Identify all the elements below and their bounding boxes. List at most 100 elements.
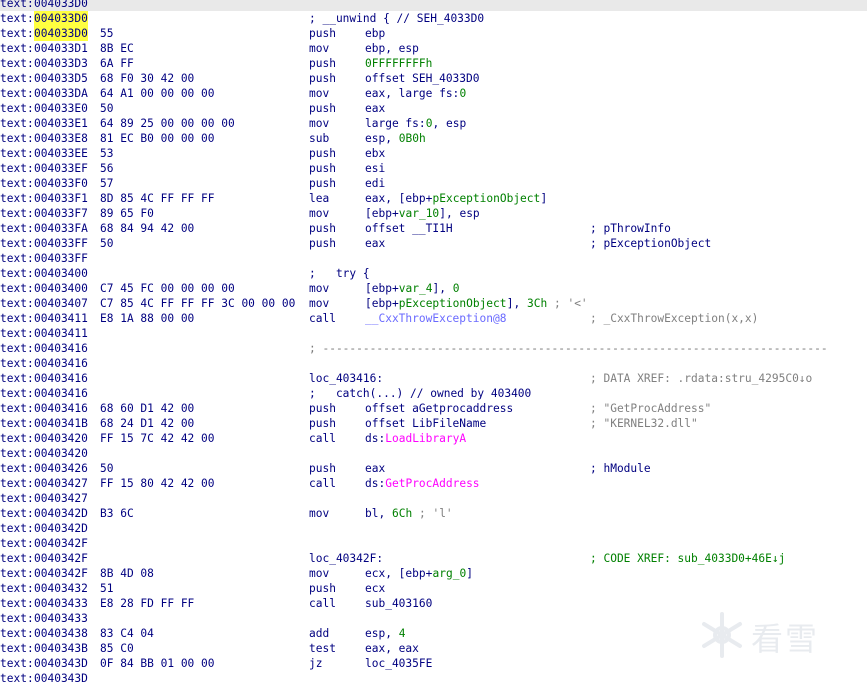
address[interactable]: 004033FF: [34, 236, 88, 251]
instruction-text: lea: [309, 192, 330, 205]
address[interactable]: 004033D0: [34, 26, 88, 41]
listing-line[interactable]: text: 00403407 C7 85 4C FF FF FF 3C 00 00 …: [0, 296, 867, 311]
address[interactable]: 00403416: [34, 401, 88, 416]
listing-line[interactable]: text: 00403400 C7 45 FC 00 00 00 00 mov [ebp…: [0, 281, 867, 296]
listing-line[interactable]: text: 00403420: [0, 446, 867, 461]
address[interactable]: 00403416: [34, 371, 88, 386]
listing-line[interactable]: text: 004033DA 64 A1 00 00 00 00 mov eax, la…: [0, 86, 867, 101]
address[interactable]: 00403400: [34, 266, 88, 281]
address[interactable]: 004033EE: [34, 146, 88, 161]
listing-line[interactable]: text: 00403400 ; try {: [0, 266, 867, 281]
address[interactable]: 004033F0: [34, 176, 88, 191]
listing-line[interactable]: text: 0040342F loc_40342F: ; CODE XREF: sub…: [0, 551, 867, 566]
address[interactable]: 004033E0: [34, 101, 88, 116]
address[interactable]: 004033FF: [34, 251, 88, 266]
listing-line[interactable]: text: 004033FF: [0, 251, 867, 266]
listing-line[interactable]: text: 0040342F: [0, 536, 867, 551]
address[interactable]: 00403433: [34, 611, 88, 626]
address[interactable]: 0040342F: [34, 536, 88, 551]
listing-line[interactable]: text: 004033FA 68 84 94 42 00 push offset __…: [0, 221, 867, 236]
address[interactable]: 0040342D: [34, 521, 88, 536]
operand-token: eax: [365, 237, 386, 250]
address[interactable]: 004033F7: [34, 206, 88, 221]
address[interactable]: 00403416: [34, 341, 88, 356]
address[interactable]: 00403427: [34, 491, 88, 506]
listing-line[interactable]: text: 0040343D: [0, 671, 867, 686]
operand-token[interactable]: __CxxThrowException@8: [365, 311, 506, 326]
address[interactable]: 004033D3: [34, 56, 88, 71]
listing-line[interactable]: text: 0040341B 68 24 D1 42 00 push offset Li…: [0, 416, 867, 431]
address[interactable]: 004033D0: [34, 0, 88, 11]
segment-name: text:: [0, 492, 34, 505]
address[interactable]: 004033FA: [34, 221, 88, 236]
listing-line[interactable]: text: 004033E0 50 push eax: [0, 101, 867, 116]
address[interactable]: 00403411: [34, 326, 88, 341]
segment-name: text:: [0, 57, 34, 70]
operand-token[interactable]: LoadLibraryA: [385, 431, 466, 446]
listing-line[interactable]: text: 004033D3 6A FF push 0FFFFFFFFh: [0, 56, 867, 71]
listing-line[interactable]: text: 004033D0: [0, 0, 867, 11]
address[interactable]: 0040342F: [34, 566, 88, 581]
address[interactable]: 004033E1: [34, 116, 88, 131]
address[interactable]: 004033DA: [34, 86, 88, 101]
listing-line[interactable]: text: 004033F7 89 65 F0 mov [ebp+ var_10], es…: [0, 206, 867, 221]
listing-line[interactable]: text: 004033F1 8D 85 4C FF FF FF lea eax, [e…: [0, 191, 867, 206]
address[interactable]: 00403416: [34, 386, 88, 401]
address[interactable]: 004033EF: [34, 161, 88, 176]
address[interactable]: 0040342F: [34, 551, 88, 566]
listing-line[interactable]: text: 004033D0 55 push ebp: [0, 26, 867, 41]
address[interactable]: 004033D5: [34, 71, 88, 86]
listing-line[interactable]: text: 00403427 FF 15 80 42 42 00 call ds: Get…: [0, 476, 867, 491]
address[interactable]: 004033F1: [34, 191, 88, 206]
listing-line[interactable]: text: 004033D0 ; __unwind { // SEH_4033D0: [0, 11, 867, 26]
listing-line[interactable]: text: 00403432 51 push ecx: [0, 581, 867, 596]
address[interactable]: 0040342D: [34, 506, 88, 521]
listing-line[interactable]: text: 004033FF 50 push eax ; pExceptionObject: [0, 236, 867, 251]
listing-line[interactable]: text: 00403433 E8 28 FD FF FF call sub_40316…: [0, 596, 867, 611]
address[interactable]: 00403438: [34, 626, 88, 641]
address[interactable]: 00403427: [34, 476, 88, 491]
address[interactable]: 0040343D: [34, 671, 88, 686]
address[interactable]: 00403433: [34, 596, 88, 611]
listing-line[interactable]: text: 004033E8 81 EC B0 00 00 00 sub esp, 0B…: [0, 131, 867, 146]
listing-line[interactable]: text: 00403411 E8 1A 88 00 00 call __CxxThro…: [0, 311, 867, 326]
disassembly-listing[interactable]: text: 004033D0 text: 004033D0; __unwind { /…: [0, 0, 867, 685]
address[interactable]: 00403416: [34, 356, 88, 371]
listing-line[interactable]: text: 0040342D B3 6C mov bl, 6Ch ; 'l': [0, 506, 867, 521]
address[interactable]: 00403420: [34, 431, 88, 446]
address[interactable]: 00403432: [34, 581, 88, 596]
listing-line[interactable]: text: 00403427: [0, 491, 867, 506]
operand-token[interactable]: GetProcAddress: [385, 476, 479, 491]
listing-line[interactable]: text: 00403420 FF 15 7C 42 42 00 call ds: Loa…: [0, 431, 867, 446]
address[interactable]: 004033D0: [34, 11, 88, 26]
segment-name: text:: [0, 642, 34, 655]
listing-line[interactable]: text: 0040342D: [0, 521, 867, 536]
address[interactable]: 00403420: [34, 446, 88, 461]
listing-line[interactable]: text: 00403416 ; -------------------------…: [0, 341, 867, 356]
listing-line[interactable]: text: 004033D5 68 F0 30 42 00 push offset SE…: [0, 71, 867, 86]
listing-line[interactable]: text: 004033D1 8B EC mov ebp, esp: [0, 41, 867, 56]
listing-line[interactable]: text: 004033E1 64 89 25 00 00 00 00 mov larg…: [0, 116, 867, 131]
address[interactable]: 00403426: [34, 461, 88, 476]
address[interactable]: 0040343D: [34, 656, 88, 671]
listing-line[interactable]: text: 00403411: [0, 326, 867, 341]
listing-line[interactable]: text: 00403426 50 push eax ; hModule: [0, 461, 867, 476]
listing-line[interactable]: text: 00403416 loc_403416: ; DATA XREF: .rd…: [0, 371, 867, 386]
listing-line[interactable]: text: 00403416 ; catch(...) // owned by 40…: [0, 386, 867, 401]
address[interactable]: 004033D1: [34, 41, 88, 56]
segment-name: text:: [0, 87, 34, 100]
operand-token: esp,: [365, 132, 399, 145]
address[interactable]: 00403411: [34, 311, 88, 326]
opcode-bytes: E8 28 FD FF FF: [100, 597, 195, 610]
listing-line[interactable]: text: 004033F0 57 push edi: [0, 176, 867, 191]
address[interactable]: 0040341B: [34, 416, 88, 431]
listing-line[interactable]: text: 004033EE 53 push ebx: [0, 146, 867, 161]
address[interactable]: 004033E8: [34, 131, 88, 146]
listing-line[interactable]: text: 00403416: [0, 356, 867, 371]
address[interactable]: 00403407: [34, 296, 88, 311]
listing-line[interactable]: text: 004033EF 56 push esi: [0, 161, 867, 176]
address[interactable]: 0040343B: [34, 641, 88, 656]
listing-line[interactable]: text: 0040342F 8B 4D 08 mov ecx, [ebp+ arg_0]: [0, 566, 867, 581]
address[interactable]: 00403400: [34, 281, 88, 296]
listing-line[interactable]: text: 00403416 68 60 D1 42 00 push offset aG…: [0, 401, 867, 416]
